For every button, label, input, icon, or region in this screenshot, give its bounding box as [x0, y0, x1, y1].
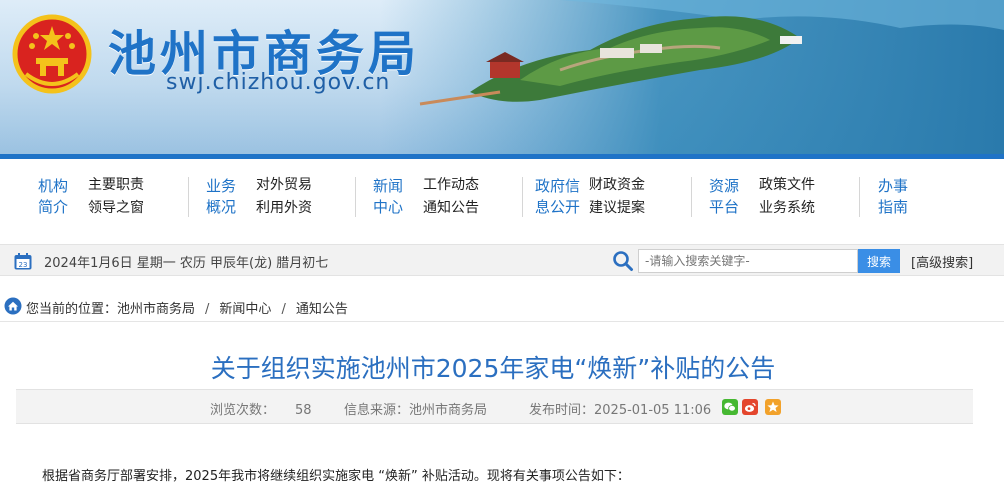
publish-time-label: 发布时间： [529, 403, 595, 418]
nav-category-gov-info[interactable]: 政府信 息公开 [535, 176, 583, 218]
source-meta: 信息来源：池州市商务局 [344, 399, 487, 418]
nav-category-line: 息公开 [535, 198, 581, 216]
nav-category-line: 平台 [709, 198, 740, 216]
nav-category-resources[interactable]: 资源 平台 [709, 176, 753, 218]
calendar-icon: 23 [14, 253, 32, 270]
nav-category-line: 概况 [206, 198, 237, 216]
nav-link-foreign-trade[interactable]: 对外贸易 [256, 174, 312, 197]
nav-link-proposals[interactable]: 建议提案 [589, 197, 645, 220]
publish-time-meta: 发布时间：2025-01-05 11:06 [529, 399, 711, 418]
nav-group-about: 机构 简介 主要职责 领导之窗 [38, 173, 144, 221]
nav-link-fiscal-funds[interactable]: 财政资金 [589, 174, 645, 197]
nav-category-line: 简介 [38, 198, 69, 216]
nav-group-resources: 资源 平台 政策文件 业务系统 [709, 173, 815, 221]
breadcrumb-notices-link[interactable]: 通知公告 [296, 302, 348, 317]
article-meta: 浏览次数： 58 信息来源：池州市商务局 发布时间：2025-01-05 11:0… [16, 389, 973, 424]
nav-link-policy-docs[interactable]: 政策文件 [759, 174, 815, 197]
advanced-search-link[interactable]: [高级搜索] [911, 252, 973, 271]
main-nav: 机构 简介 主要职责 领导之窗 业务 概况 对外贸易 利用外资 新闻 中心 工作… [0, 159, 1004, 235]
nav-category-about[interactable]: 机构 简介 [38, 176, 82, 218]
article-paragraph: 根据省商务厅部署安排，2025年我市将继续组织实施家电 “焕新” 补贴活动。现将… [42, 469, 630, 484]
breadcrumb-prefix: 您当前的位置： [26, 302, 118, 317]
breadcrumb-news-link[interactable]: 新闻中心 [219, 302, 271, 317]
search-input[interactable] [638, 249, 858, 273]
site-url: swj.chizhou.gov.cn [166, 70, 391, 95]
nav-divider [859, 177, 860, 217]
source-label: 信息来源： [344, 403, 410, 418]
breadcrumb-divider [0, 321, 1004, 322]
nav-group-news: 新闻 中心 工作动态 通知公告 [373, 173, 479, 221]
nav-link-work-updates[interactable]: 工作动态 [423, 174, 479, 197]
views-meta: 浏览次数： 58 [210, 399, 312, 418]
nav-link-business-systems[interactable]: 业务系统 [759, 197, 815, 220]
search-icon[interactable] [612, 250, 634, 272]
nav-link-foreign-investment[interactable]: 利用外资 [256, 197, 312, 220]
nav-category-line: 中心 [373, 198, 404, 216]
nav-group-gov-info: 政府信 息公开 财政资金 建议提案 [535, 173, 645, 221]
nav-category-services[interactable]: 办事 指南 [878, 176, 922, 218]
breadcrumb-home-link[interactable]: 池州市商务局 [117, 302, 195, 317]
article-title: 关于组织实施池州市2025年家电“焕新”补贴的公告 [210, 354, 776, 383]
breadcrumb-separator: / [205, 302, 210, 317]
nav-divider [188, 177, 189, 217]
wechat-icon[interactable] [722, 399, 738, 415]
breadcrumb-trail: 您当前的位置：池州市商务局 / 新闻中心 / 通知公告 [26, 298, 348, 317]
nav-divider [522, 177, 523, 217]
nav-link-leadership[interactable]: 领导之窗 [88, 197, 144, 220]
nav-category-line: 资源 [709, 177, 740, 195]
weibo-icon[interactable] [742, 399, 758, 415]
nav-category-news[interactable]: 新闻 中心 [373, 176, 417, 218]
nav-divider [355, 177, 356, 217]
current-date: 2024年1月6日 星期一 农历 甲辰年(龙) 腊月初七 [44, 256, 329, 271]
nav-category-line: 新闻 [373, 177, 404, 195]
views-label: 浏览次数： [210, 403, 276, 418]
nav-category-line: 业务 [206, 177, 237, 195]
nav-category-line: 政府信 [535, 177, 581, 195]
nav-group-services: 办事 指南 [878, 173, 922, 221]
publish-time-value: 2025-01-05 11:06 [594, 403, 712, 418]
nav-divider [691, 177, 692, 217]
site-banner: 池州市商务局 swj.chizhou.gov.cn [0, 0, 1004, 154]
national-emblem-icon [12, 14, 92, 94]
svg-text:23: 23 [19, 261, 28, 269]
nav-group-business: 业务 概况 对外贸易 利用外资 [206, 173, 312, 221]
nav-category-business[interactable]: 业务 概况 [206, 176, 250, 218]
info-bar: 23 2024年1月6日 星期一 农历 甲辰年(龙) 腊月初七 搜索 [高级搜索… [0, 244, 1004, 276]
breadcrumb: 您当前的位置：池州市商务局 / 新闻中心 / 通知公告 [0, 291, 1004, 321]
breadcrumb-separator: / [281, 302, 286, 317]
nav-category-line: 办事 [878, 177, 909, 195]
nav-category-line: 机构 [38, 177, 69, 195]
source-value: 池州市商务局 [409, 403, 488, 418]
nav-category-line: 指南 [878, 198, 909, 216]
home-icon [4, 297, 22, 315]
qzone-icon[interactable] [765, 399, 781, 415]
search-button[interactable]: 搜索 [858, 249, 900, 273]
nav-link-main-duties[interactable]: 主要职责 [88, 174, 144, 197]
nav-link-notices[interactable]: 通知公告 [423, 197, 479, 220]
views-count: 58 [295, 403, 312, 418]
